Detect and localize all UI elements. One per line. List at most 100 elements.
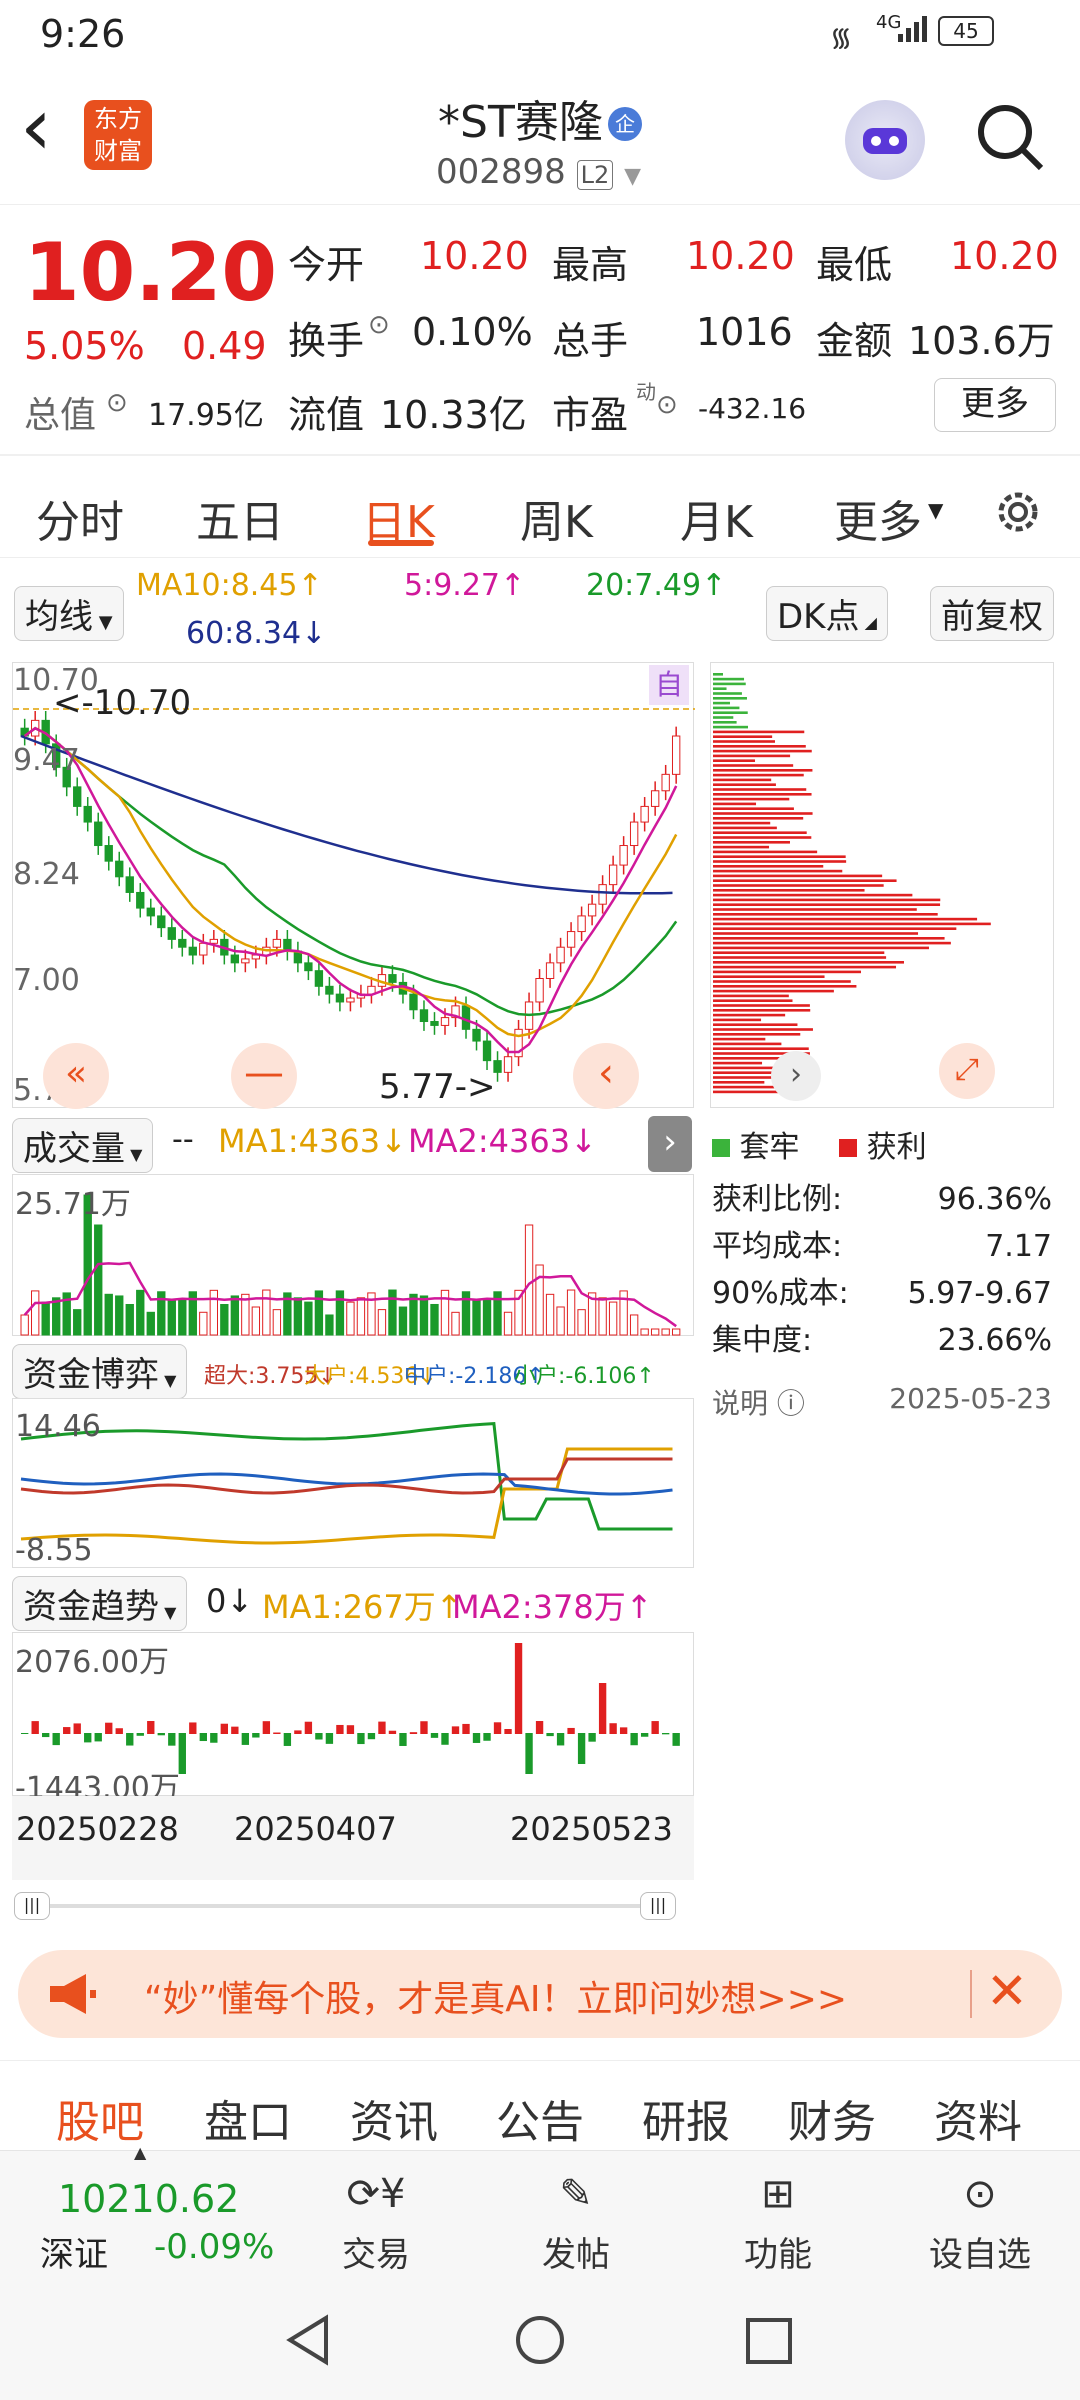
fund-trend-header: 资金趋势 ▼ 0↓ MA1:267万↑ MA2:378万↑: [12, 1576, 694, 1631]
tab-five-day[interactable]: 五日: [196, 486, 284, 550]
collapse-arrow-button[interactable]: ›: [648, 1116, 692, 1172]
volume-bar: [293, 1297, 303, 1336]
ai-banner[interactable]: “妙”懂每个股，才是真AI！立即问妙想>>> ✕: [18, 1950, 1062, 2038]
volume-value: 1016: [696, 310, 793, 354]
index-ticker[interactable]: ▲ 10210.62 深证 -0.09%: [0, 2143, 300, 2281]
candle-body: [472, 1028, 481, 1042]
tab-news[interactable]: 资讯: [350, 2086, 438, 2150]
self-select-tag[interactable]: 自: [649, 665, 689, 705]
candle-body: [230, 954, 240, 964]
fund-trend-value: 0↓: [206, 1582, 254, 1620]
tab-profile[interactable]: 资料: [934, 2086, 1022, 2150]
chip-bar: [713, 697, 747, 700]
fund-trend-bar: [168, 1733, 176, 1746]
edit-icon: ✎: [559, 2171, 593, 2217]
slider-left-handle[interactable]: |||: [14, 1892, 50, 1920]
fund-trend-bar: [336, 1724, 344, 1734]
post-button[interactable]: ✎ 发帖: [506, 2171, 646, 2276]
post-label: 发帖: [542, 2235, 610, 2275]
zoom-out-button[interactable]: —: [231, 1043, 297, 1109]
fullscreen-icon[interactable]: ⤢: [939, 1043, 995, 1099]
close-icon[interactable]: ✕: [986, 1962, 1028, 2020]
more-button[interactable]: 更多: [934, 378, 1056, 432]
tab-finance[interactable]: 财务: [788, 2086, 876, 2150]
nav-home-icon[interactable]: [514, 2314, 566, 2366]
caret-up-icon: ▲: [134, 2143, 147, 2162]
chip-bar: [713, 821, 771, 825]
fund-trend-ma2: MA2:378万↑: [452, 1588, 653, 1626]
search-icon[interactable]: [975, 102, 1047, 174]
robot-avatar[interactable]: [845, 100, 925, 180]
chip-bar: [713, 725, 748, 729]
tab-more[interactable]: 更多: [834, 486, 922, 550]
slider-right-handle[interactable]: |||: [640, 1892, 676, 1920]
tab-pankou[interactable]: 盘口: [204, 2086, 292, 2150]
rewind-button[interactable]: «: [43, 1043, 109, 1109]
candle-body: [125, 876, 134, 893]
note-link[interactable]: 说明 ⓘ: [712, 1382, 805, 1422]
high-value: 10.20: [686, 234, 795, 278]
volume-bar: [178, 1299, 187, 1336]
ma-select[interactable]: 均线 ▼: [14, 586, 124, 641]
nav-back-icon[interactable]: [282, 2314, 334, 2366]
stock-code-row[interactable]: 002898 L2 ▼: [436, 152, 641, 192]
chip-bar: [713, 1057, 785, 1060]
tab-research[interactable]: 研报: [642, 2086, 730, 2150]
fund-trend-select[interactable]: 资金趋势 ▼: [12, 1576, 188, 1631]
chip-bar: [713, 711, 748, 714]
chip-bar: [713, 1009, 811, 1012]
tab-intraday[interactable]: 分时: [36, 486, 124, 550]
functions-button[interactable]: ⊞ 功能: [708, 2171, 848, 2276]
tab-monthly-k[interactable]: 月K: [680, 486, 753, 550]
chip-bar: [713, 730, 805, 734]
dk-button[interactable]: DK点 ◢: [766, 586, 888, 641]
functions-label: 功能: [744, 2235, 812, 2275]
dk-button-label: DK点: [777, 597, 860, 637]
fund-trend-bar: [346, 1725, 355, 1734]
tab-guba[interactable]: 股吧: [56, 2086, 144, 2150]
chip-bar: [713, 701, 730, 705]
change-percent: 5.05%: [24, 324, 145, 368]
chip-bar: [713, 865, 824, 868]
chip-bar: [713, 745, 806, 748]
prev-button[interactable]: ‹: [573, 1043, 639, 1109]
float-cap-label: 流值: [288, 393, 365, 437]
tab-weekly-k[interactable]: 周K: [520, 486, 593, 550]
fund-trend-bar: [220, 1723, 229, 1734]
adjust-button[interactable]: 前复权: [930, 586, 1054, 641]
volume-bar: [41, 1301, 50, 1336]
candle-body: [482, 1040, 492, 1062]
chip-bar: [713, 860, 847, 863]
chip-bar: [713, 826, 777, 830]
kline-chart[interactable]: 10.70 9.47 8.24 7.00 5.77 <-10.70 5.77->…: [12, 662, 695, 1109]
fund-trend-bar: [546, 1733, 554, 1737]
chip-bar: [713, 970, 861, 974]
chip-bar: [713, 893, 913, 897]
chip-bar: [713, 941, 951, 945]
volume-label: 总手: [552, 319, 629, 363]
fund-trend-bar: [672, 1733, 680, 1746]
chip-bar: [713, 1061, 763, 1065]
chip-distribution[interactable]: › ⤢: [710, 662, 1054, 1108]
tab-announcements[interactable]: 公告: [496, 2086, 584, 2150]
range-slider[interactable]: ||| |||: [14, 1892, 690, 1920]
volume-bar: [115, 1295, 124, 1336]
chip-bar: [713, 836, 812, 839]
add-watchlist-button[interactable]: ⊙ 设自选: [910, 2171, 1050, 2276]
volume-bar: [73, 1309, 82, 1336]
volume-select[interactable]: 成交量 ▼: [12, 1118, 154, 1173]
back-button[interactable]: ‹: [20, 80, 52, 173]
stock-name: *ST赛隆: [438, 97, 603, 148]
gear-icon[interactable]: [990, 484, 1046, 540]
fund-game-select[interactable]: 资金博弈 ▼: [12, 1344, 188, 1399]
expand-right-icon[interactable]: ›: [771, 1051, 821, 1101]
title-block[interactable]: *ST赛隆 企: [380, 86, 700, 150]
axis-label-4: 7.00: [13, 963, 80, 998]
index-name: 深证: [40, 2235, 108, 2275]
chip-bar: [713, 1023, 798, 1026]
volume-bar: [430, 1303, 439, 1336]
trade-button[interactable]: ⟳¥ 交易: [306, 2171, 446, 2276]
nav-recents-icon[interactable]: [744, 2316, 794, 2366]
chip-bar: [713, 903, 941, 906]
candle-body: [587, 903, 597, 917]
